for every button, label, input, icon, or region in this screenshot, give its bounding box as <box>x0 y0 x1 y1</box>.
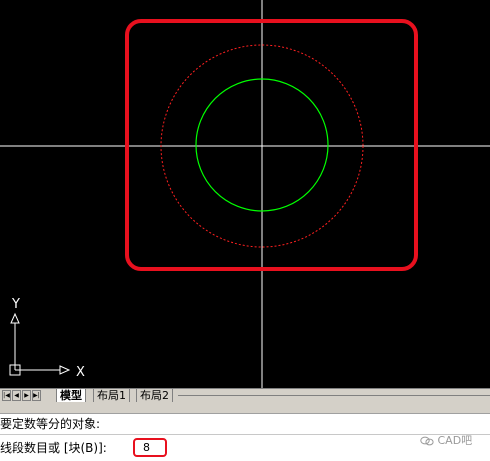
layout-tab-bar: |◀ ◀ ▶ ▶| 模型 布局1 布局2 <box>0 388 490 402</box>
drawing-canvas[interactable]: Y X <box>0 0 490 388</box>
wechat-icon <box>420 436 434 446</box>
watermark-text: CAD吧 <box>437 434 473 447</box>
tab-nav-next-button[interactable]: ▶ <box>22 390 31 401</box>
tab-nav-prev-button[interactable]: ◀ <box>12 390 21 401</box>
ucs-icon <box>9 312 71 376</box>
ucs-y-label: Y <box>11 297 20 312</box>
tab-layout1[interactable]: 布局1 <box>93 389 130 402</box>
command-prompt-line: 线段数目或 [块(B)]: <box>0 439 490 457</box>
command-area-splitter[interactable] <box>0 402 490 414</box>
command-history-line: 要定数等分的对象: <box>0 417 101 431</box>
drawing-svg: Y X <box>0 0 490 388</box>
highlight-box <box>125 19 418 271</box>
watermark: CAD吧 <box>420 432 472 448</box>
tab-nav-first-button[interactable]: |◀ <box>2 390 11 401</box>
tab-model[interactable]: 模型 <box>56 389 86 402</box>
command-prompt-text: 线段数目或 [块(B)]: <box>0 441 107 455</box>
segment-count-input[interactable]: 8 <box>133 438 167 457</box>
tab-layout2[interactable]: 布局2 <box>136 389 173 402</box>
tab-bar-divider <box>178 395 490 396</box>
tab-nav-last-button[interactable]: ▶| <box>32 390 41 401</box>
command-line-divider <box>0 434 490 435</box>
ucs-x-label: X <box>76 365 85 380</box>
